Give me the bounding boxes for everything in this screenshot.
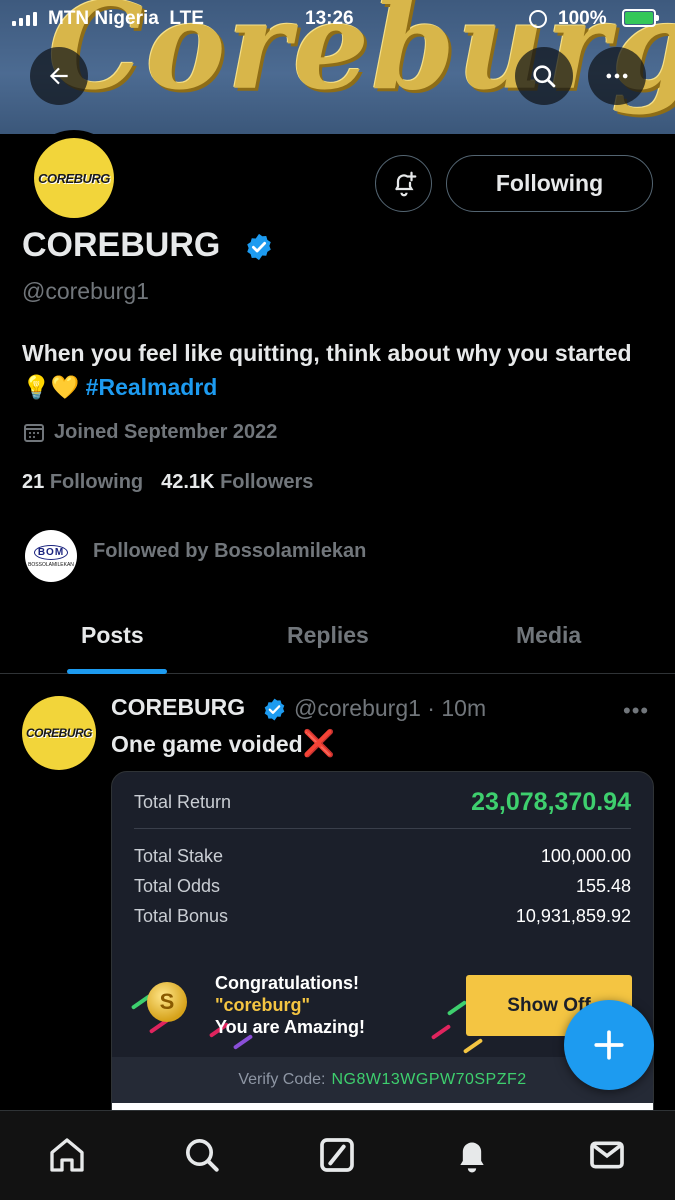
signal-icon: [12, 12, 37, 26]
profile-tabs: Posts Replies Media: [0, 600, 675, 674]
total-return-value: 23,078,370.94: [471, 788, 631, 816]
home-icon: [50, 1138, 84, 1172]
confetti-streak: [446, 1000, 468, 1016]
total-odds-row: Total Odds 155.48: [134, 876, 631, 896]
followed-by-avatar[interactable]: BOM BOSSOLAMILEKAN: [25, 530, 77, 582]
nav-messages[interactable]: [585, 1133, 629, 1177]
nav-notifications[interactable]: [450, 1133, 494, 1177]
active-tab-indicator: [67, 669, 167, 674]
ticket-divider: [134, 828, 631, 829]
search-button[interactable]: [515, 47, 573, 105]
rotation-lock-icon: [529, 10, 547, 28]
more-horizontal-icon: [606, 73, 628, 79]
coin-icon: S: [147, 982, 187, 1022]
back-button[interactable]: [30, 47, 88, 105]
congrats-message: Congratulations! "coreburg" You are Amaz…: [215, 973, 366, 1037]
nav-explore[interactable]: [180, 1133, 224, 1177]
status-bar: MTN Nigeria LTE 13:26 100%: [0, 0, 675, 38]
avatar-logo-text: COREBURG: [38, 170, 110, 186]
search-icon: [533, 65, 556, 88]
confetti-streak: [430, 1024, 452, 1040]
joined-date: Joined September 2022: [22, 420, 277, 444]
notifications-icon: [460, 1142, 484, 1173]
compose-post-button[interactable]: [564, 1000, 654, 1090]
post-handle-time: @coreburg1 · 10m: [294, 695, 487, 721]
profile-bio: When you feel like quitting, think about…: [22, 336, 652, 404]
total-stake-row: Total Stake 100,000.00: [134, 846, 631, 866]
followed-by-text[interactable]: Followed by Bossolamilekan: [93, 540, 366, 563]
calendar-icon: [24, 424, 44, 442]
post-avatar-logo-text: COREBURG: [25, 726, 93, 740]
notifications-toggle-button[interactable]: [375, 155, 432, 212]
messages-icon: [590, 1141, 624, 1169]
verified-badge-icon: [247, 233, 271, 261]
more-button[interactable]: [588, 47, 646, 105]
grok-icon: [320, 1138, 354, 1172]
bottom-navigation: [0, 1110, 675, 1200]
nav-grok[interactable]: [315, 1133, 359, 1177]
verify-code-value: NG8W13WGPW70SPZF2: [331, 1071, 527, 1088]
followed-avatar-subtext: BOSSOLAMILEKAN: [28, 561, 74, 568]
nav-home[interactable]: [45, 1133, 89, 1177]
search-icon: [186, 1139, 219, 1172]
tab-replies[interactable]: Replies: [287, 622, 369, 649]
follow-counts: 21 Following 42.1K Followers: [22, 471, 313, 494]
total-bonus-row: Total Bonus 10,931,859.92: [134, 906, 631, 926]
display-name: COREBURG: [22, 226, 221, 264]
tab-media[interactable]: Media: [516, 622, 581, 649]
following-count-link[interactable]: 21 Following: [22, 471, 143, 494]
bell-plus-icon: [394, 171, 416, 196]
tab-posts[interactable]: Posts: [81, 622, 144, 649]
carrier-label: MTN Nigeria LTE: [48, 8, 204, 29]
arrow-left-icon: [49, 67, 68, 85]
followers-count-link[interactable]: 42.1K Followers: [161, 471, 313, 494]
verified-badge-icon: [264, 698, 285, 721]
followed-avatar-logo: BOM: [33, 544, 69, 560]
cross-mark-icon: ❌: [302, 728, 336, 758]
joined-text: Joined September 2022: [54, 420, 278, 443]
battery-percentage: 100%: [558, 8, 607, 29]
plus-icon: [594, 1030, 624, 1060]
profile-avatar[interactable]: COREBURG: [26, 130, 122, 226]
clock: 13:26: [305, 8, 354, 29]
following-button[interactable]: Following: [446, 155, 653, 212]
post-author-avatar[interactable]: COREBURG: [22, 696, 96, 770]
bio-hashtag-link[interactable]: #Realmadrd: [86, 374, 218, 400]
battery-icon: [622, 9, 659, 27]
total-return-row: Total Return 23,078,370.94: [134, 788, 631, 816]
post-text: One game voided❌: [111, 728, 336, 758]
profile-handle: @coreburg1: [22, 278, 149, 304]
confetti-streak: [462, 1038, 484, 1054]
post-more-icon[interactable]: •••: [623, 698, 649, 724]
post-author-name[interactable]: COREBURG: [111, 694, 245, 721]
